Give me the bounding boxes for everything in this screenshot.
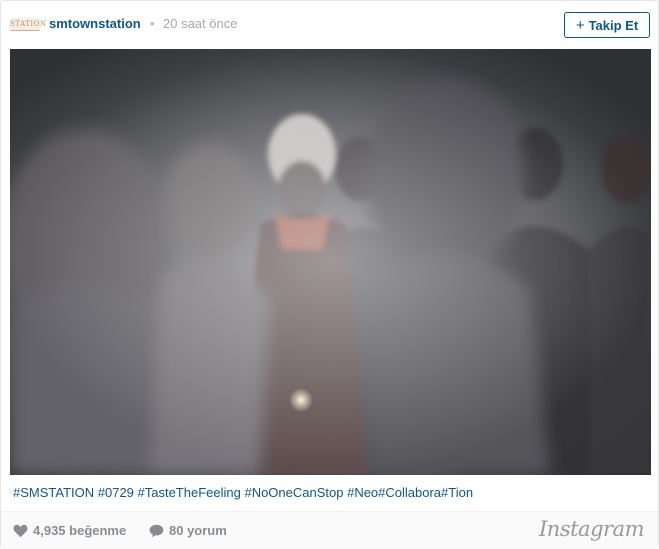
instagram-logo[interactable]: Instagram (539, 517, 644, 541)
post-photo[interactable] (10, 49, 651, 475)
post-header: STATION smtownstation • 20 saat önce + T… (1, 1, 658, 49)
post-photo-image (10, 49, 651, 475)
likes-count[interactable]: 4,935 beğenme (13, 523, 126, 538)
post-footer: 4,935 beğenme 80 yorum Instagram (1, 511, 658, 549)
username-link[interactable]: smtownstation (49, 16, 141, 31)
follow-button[interactable]: + Takip Et (564, 12, 650, 38)
heart-icon (13, 524, 28, 537)
instagram-embed-card: STATION smtownstation • 20 saat önce + T… (0, 0, 659, 549)
post-timestamp[interactable]: 20 saat önce (163, 16, 237, 31)
separator-dot: • (150, 16, 155, 31)
post-caption[interactable]: #SMSTATION #0729 #TasteTheFeeling #NoOne… (13, 485, 473, 500)
comments-count[interactable]: 80 yorum (149, 523, 227, 538)
follow-button-label: Takip Et (588, 17, 639, 33)
speech-bubble-icon (149, 524, 164, 537)
comments-label: 80 yorum (169, 523, 227, 538)
plus-icon: + (575, 16, 585, 34)
likes-label: 4,935 beğenme (33, 523, 127, 538)
profile-avatar[interactable]: STATION (10, 18, 46, 31)
